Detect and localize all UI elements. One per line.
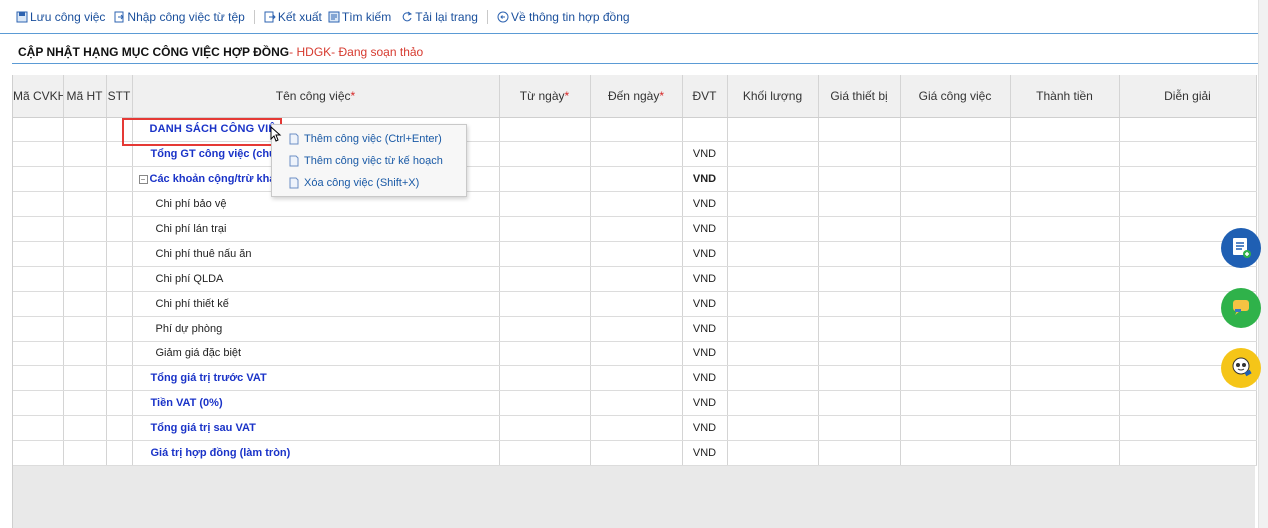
reload-button[interactable]: Tải lại trang bbox=[401, 10, 478, 24]
import-icon bbox=[113, 11, 125, 23]
unit-cell: VND bbox=[682, 316, 728, 342]
task-name-cell[interactable]: Chi phí thiết kế bbox=[132, 291, 500, 317]
col-header-tu-ngay[interactable]: Từ ngày* bbox=[499, 75, 591, 118]
context-add-task[interactable]: Thêm công việc (Ctrl+Enter) bbox=[272, 128, 466, 150]
context-menu: Thêm công việc (Ctrl+Enter) Thêm công vi… bbox=[271, 124, 467, 197]
col-header-dien-giai[interactable]: Diễn giải bbox=[1119, 75, 1257, 118]
document-icon bbox=[289, 133, 299, 145]
page-title-main: CẬP NHẬT HẠNG MỤC CÔNG VIỆC HỢP ĐỒNG bbox=[18, 44, 290, 59]
save-button[interactable]: Lưu công việc bbox=[16, 10, 105, 24]
table-header-row: Mã CVKH Mã HT STT Tên công việc* Từ ngày… bbox=[13, 75, 1257, 118]
task-name-cell[interactable]: Phí dự phòng bbox=[132, 316, 500, 342]
import-label: Nhập công việc từ tệp bbox=[127, 9, 245, 24]
toolbar-divider bbox=[486, 9, 488, 24]
table-row[interactable]: − Các khoản cộng/trừ khác VND bbox=[13, 166, 1257, 193]
task-name-cell[interactable]: Chi phí thuê nấu ăn bbox=[132, 241, 500, 267]
search-button[interactable]: Tìm kiếm bbox=[328, 10, 391, 24]
table-row[interactable]: Giá trị hợp đồng (làm tròn) VND bbox=[13, 440, 1257, 466]
task-list-add-icon bbox=[1229, 235, 1253, 262]
col-header-ten-cong-viec[interactable]: Tên công việc* bbox=[132, 75, 500, 118]
table-row[interactable]: Chi phí thiết kế VND bbox=[13, 291, 1257, 317]
import-button[interactable]: Nhập công việc từ tệp bbox=[113, 9, 245, 24]
chat-button[interactable] bbox=[1221, 288, 1261, 328]
search-label: Tìm kiếm bbox=[341, 9, 392, 24]
task-name-cell[interactable]: Giảm giá đặc biệt bbox=[132, 341, 500, 367]
col-header-thanh-tien[interactable]: Thành tiền bbox=[1010, 75, 1120, 118]
unit-cell: VND bbox=[682, 440, 728, 466]
context-delete-task[interactable]: Xóa công việc (Shift+X) bbox=[272, 172, 466, 194]
back-to-contract-button[interactable]: Về thông tin hợp đồng bbox=[497, 10, 630, 24]
unit-cell: VND bbox=[682, 241, 728, 267]
context-add-from-plan-label: Thêm công việc từ kế hoạch bbox=[304, 155, 443, 167]
table-row[interactable]: Phí dự phòng VND bbox=[13, 316, 1257, 342]
unit-cell: VND bbox=[682, 141, 728, 168]
col-header-ma-ht[interactable]: Mã HT bbox=[63, 75, 107, 118]
col-header-den-ngay[interactable]: Đến ngày* bbox=[590, 75, 683, 118]
export-label: Kết xuất bbox=[277, 9, 322, 24]
unit-cell: VND bbox=[682, 390, 728, 417]
status-badge: - Đang soạn thảo bbox=[331, 44, 424, 59]
save-icon bbox=[16, 11, 28, 23]
task-name-cell[interactable]: Chi phí lán trại bbox=[132, 216, 500, 242]
back-label: Về thông tin hợp đồng bbox=[510, 9, 630, 24]
col-header-gia-thiet-bi[interactable]: Giá thiết bị bbox=[818, 75, 901, 118]
robot-assistant-icon bbox=[1228, 354, 1254, 383]
context-add-from-plan[interactable]: Thêm công việc từ kế hoạch bbox=[272, 150, 466, 172]
task-name-cell[interactable]: Tiền VAT (0%) bbox=[132, 390, 500, 417]
contract-code: - HDGK bbox=[289, 44, 332, 59]
table-row[interactable]: DANH SÁCH CÔNG VIỆC bbox=[13, 117, 1257, 143]
reload-icon bbox=[401, 11, 413, 23]
context-delete-task-label: Xóa công việc (Shift+X) bbox=[304, 177, 420, 189]
col-header-gia-cong-viec[interactable]: Giá công việc bbox=[900, 75, 1011, 118]
col-header-ma-cvkh[interactable]: Mã CVKH bbox=[13, 75, 64, 118]
page-title: CẬP NHẬT HẠNG MỤC CÔNG VIỆC HỢP ĐỒNG - H… bbox=[12, 40, 1258, 64]
export-button[interactable]: Kết xuất bbox=[264, 10, 322, 24]
table-row[interactable]: Chi phí bảo vệ VND bbox=[13, 191, 1257, 218]
document-icon bbox=[289, 155, 299, 167]
work-items-grid: Mã CVKH Mã HT STT Tên công việc* Từ ngày… bbox=[12, 75, 1257, 528]
unit-cell: VND bbox=[682, 266, 728, 292]
table-row[interactable]: Tiền VAT (0%) VND bbox=[13, 390, 1257, 417]
search-icon bbox=[328, 11, 340, 23]
unit-cell bbox=[682, 117, 728, 143]
save-label: Lưu công việc bbox=[30, 9, 106, 24]
back-arrow-icon bbox=[497, 11, 509, 23]
unit-cell: VND bbox=[682, 365, 728, 392]
table-row[interactable]: Chi phí lán trại VND bbox=[13, 216, 1257, 242]
table-row[interactable]: Giảm giá đặc biệt VND bbox=[13, 341, 1257, 367]
unit-cell: VND bbox=[682, 341, 728, 367]
toolbar-divider bbox=[253, 9, 255, 24]
table-row[interactable]: Tổng GT công việc (chưa VND bbox=[13, 141, 1257, 168]
mouse-pointer-icon bbox=[270, 125, 282, 145]
table-row[interactable]: Tổng giá trị sau VAT VND bbox=[13, 415, 1257, 442]
unit-cell: VND bbox=[682, 291, 728, 317]
col-header-stt[interactable]: STT bbox=[106, 75, 133, 118]
unit-cell: VND bbox=[682, 415, 728, 442]
unit-cell: VND bbox=[682, 191, 728, 218]
table-row[interactable]: Tổng giá trị trước VAT VND bbox=[13, 365, 1257, 392]
unit-cell: VND bbox=[682, 166, 728, 193]
assistant-bot-button[interactable] bbox=[1221, 348, 1261, 388]
chat-icon bbox=[1230, 296, 1252, 321]
task-list-add-button[interactable] bbox=[1221, 228, 1261, 268]
page-scrollbar[interactable] bbox=[1258, 0, 1268, 528]
reload-label: Tải lại trang bbox=[415, 9, 478, 24]
table-row[interactable]: Chi phí QLDA VND bbox=[13, 266, 1257, 292]
task-name-cell[interactable]: Tổng giá trị sau VAT bbox=[132, 415, 500, 442]
collapse-toggle-icon[interactable]: − bbox=[138, 174, 148, 184]
export-icon bbox=[264, 11, 276, 23]
document-icon bbox=[289, 177, 299, 189]
task-name-cell[interactable]: Tổng giá trị trước VAT bbox=[132, 365, 500, 392]
toolbar: Lưu công việc Nhập công việc từ tệp Kết … bbox=[0, 0, 1258, 34]
task-name-text: Các khoản cộng/trừ khác bbox=[149, 173, 282, 186]
task-name-cell[interactable]: Chi phí QLDA bbox=[132, 266, 500, 292]
task-name-cell[interactable]: Giá trị hợp đồng (làm tròn) bbox=[132, 440, 500, 466]
col-header-dvt[interactable]: ĐVT bbox=[682, 75, 728, 118]
col-header-khoi-luong[interactable]: Khối lượng bbox=[727, 75, 819, 118]
table-row[interactable]: Chi phí thuê nấu ăn VND bbox=[13, 241, 1257, 267]
unit-cell: VND bbox=[682, 216, 728, 242]
context-add-task-label: Thêm công việc (Ctrl+Enter) bbox=[304, 133, 442, 145]
work-items-table: Mã CVKH Mã HT STT Tên công việc* Từ ngày… bbox=[13, 75, 1257, 466]
